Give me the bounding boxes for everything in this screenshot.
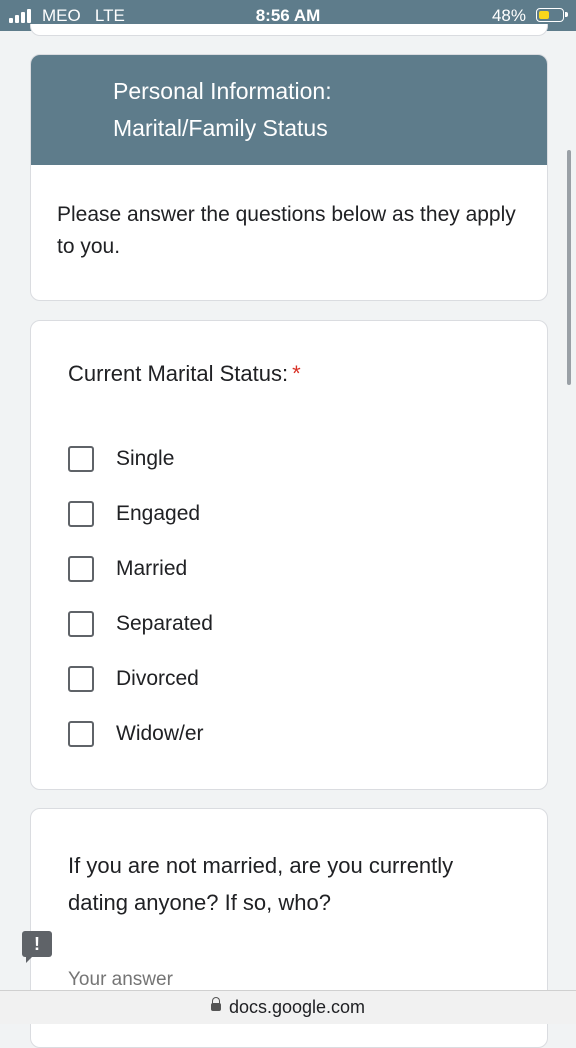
section-title-line1: Personal Information: [113, 78, 332, 104]
checkbox[interactable] [68, 720, 94, 747]
section-header: Personal Information: Marital/Family Sta… [31, 55, 547, 165]
checkbox[interactable] [68, 610, 94, 637]
battery-percent: 48% [491, 6, 526, 25]
question-title: Current Marital Status: * [68, 361, 301, 387]
option-single[interactable]: Single [68, 431, 213, 486]
option-separated[interactable]: Separated [68, 596, 213, 651]
clock: 8:56 AM [255, 6, 321, 25]
section-title-line2: Marital/Family Status [113, 115, 328, 141]
option-widower[interactable]: Widow/er [68, 706, 213, 761]
option-label: Married [116, 556, 188, 580]
question-card-marital-status: Current Marital Status: * Single Engaged … [30, 320, 548, 790]
answer-input[interactable] [68, 969, 368, 991]
option-label: Engaged [116, 501, 201, 525]
option-divorced[interactable]: Divorced [68, 651, 213, 706]
checkbox[interactable] [68, 555, 94, 582]
scrollbar[interactable] [567, 150, 571, 385]
checkbox[interactable] [68, 445, 94, 472]
battery-level [539, 11, 550, 19]
battery-icon [536, 8, 568, 22]
url-text: docs.google.com [228, 997, 366, 1017]
report-feedback-icon[interactable]: ! [22, 931, 52, 963]
question-title-text: Current Marital Status: [68, 361, 289, 386]
section-description: Please answer the questions below as the… [57, 203, 516, 258]
section-card: Personal Information: Marital/Family Sta… [30, 54, 548, 301]
browser-url-bar[interactable]: docs.google.com [0, 990, 576, 1024]
previous-card-edge [30, 24, 548, 36]
required-asterisk: * [292, 361, 301, 386]
option-label: Single [116, 446, 175, 470]
checkbox[interactable] [68, 665, 94, 692]
checkbox[interactable] [68, 500, 94, 527]
option-label: Separated [116, 611, 213, 635]
lock-icon [210, 997, 221, 1012]
question-title: If you are not married, are you currentl… [68, 853, 454, 915]
option-label: Divorced [116, 666, 199, 690]
option-married[interactable]: Married [68, 541, 213, 596]
option-label: Widow/er [116, 721, 204, 745]
checkbox-group: Single Engaged Married Separated Divorce… [68, 431, 213, 761]
option-engaged[interactable]: Engaged [68, 486, 213, 541]
